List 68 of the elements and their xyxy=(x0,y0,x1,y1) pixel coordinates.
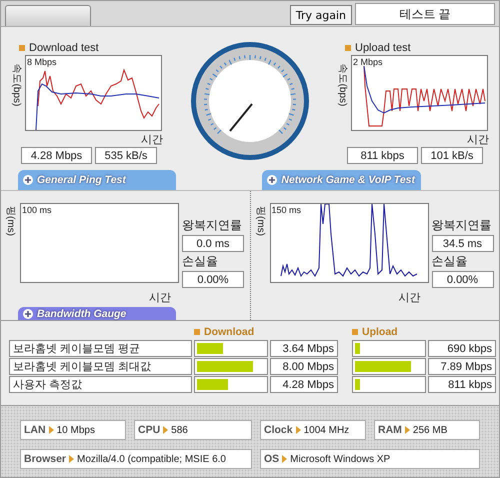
latency-label: 왕복지연률 xyxy=(182,217,243,234)
arrow-icon xyxy=(69,455,74,463)
info-value: 10 Mbps xyxy=(56,424,95,436)
info-value: Microsoft Windows XP xyxy=(290,454,390,464)
axis-label: 시간 xyxy=(141,133,163,147)
value-cell: 811 kbps xyxy=(428,376,496,393)
axis-label: 속도(bps) xyxy=(10,64,23,106)
status-field: 테스트 끝 xyxy=(355,3,495,25)
bullet-icon xyxy=(194,329,200,335)
bullet-icon xyxy=(352,329,358,335)
reading-field: 101 kB/s xyxy=(421,147,483,164)
arrow-icon xyxy=(296,426,301,434)
column-heading: Download xyxy=(204,326,254,338)
reading-field: 535 kB/s xyxy=(95,147,157,164)
bullet-icon xyxy=(345,45,351,51)
value-cell: 7.89 Mbps xyxy=(428,358,496,375)
page-tab[interactable] xyxy=(5,5,91,26)
value-cell: 4.28 Mbps xyxy=(270,376,338,393)
loss-label: 손실율 xyxy=(182,253,219,270)
scale-label: 100 ms xyxy=(22,205,52,215)
axis-label: 시간 xyxy=(149,291,172,305)
value-cell: 8.00 Mbps xyxy=(270,358,338,375)
info-label: CPU xyxy=(138,424,160,436)
reading-field: 811 kbps xyxy=(347,147,418,164)
axis-label: 시간 xyxy=(398,291,422,305)
loss-label: 손실율 xyxy=(432,253,468,270)
info-value: 256 MB xyxy=(412,424,448,436)
axis-label: 속도(bps) xyxy=(336,64,349,106)
latency-field: 0.0 ms xyxy=(182,235,244,252)
column-heading: Upload xyxy=(362,326,398,338)
scale-label: 8 Mbps xyxy=(27,57,57,67)
plus-icon xyxy=(267,175,278,185)
value-cell: 3.64 Mbps xyxy=(270,340,338,357)
info-label: OS xyxy=(264,453,280,465)
axis-label: 시간 xyxy=(467,133,489,147)
info-value: Mozilla/4.0 (compatible; MSIE 6.0 xyxy=(77,454,226,464)
arrow-icon xyxy=(404,426,410,434)
scale-label: 150 ms xyxy=(272,205,302,215)
bullet-icon xyxy=(19,45,25,51)
arrow-icon xyxy=(163,426,168,434)
info-value: 586 xyxy=(171,424,188,436)
arrow-icon xyxy=(282,455,288,463)
chart-title: Download test xyxy=(29,42,99,54)
value-cell: 690 kbps xyxy=(428,340,496,357)
row-label: 보라홈넷 케이블모뎀 최대값 xyxy=(9,358,192,375)
row-label: 보라홈넷 케이블모뎀 평균 xyxy=(9,340,192,357)
section-tab[interactable]: Bandwidth Gauge xyxy=(18,307,176,320)
info-value: 1004 MHz xyxy=(304,424,350,436)
latency-field: 34.5 ms xyxy=(432,235,494,252)
scale-label: 2 Mbps xyxy=(353,57,383,67)
section-tab[interactable]: General Ping Test xyxy=(18,170,176,190)
plus-icon xyxy=(23,308,33,318)
axis-label: 핑(ms) xyxy=(254,206,266,236)
plus-icon xyxy=(23,175,33,185)
loss-field: 0.00% xyxy=(182,271,244,288)
row-label: 사용자 측정값 xyxy=(9,376,192,393)
axis-label: 핑(ms) xyxy=(4,206,17,236)
latency-label: 왕복지연률 xyxy=(432,217,492,234)
info-label: Clock xyxy=(264,424,293,436)
reading-field: 4.28 Mbps xyxy=(21,147,92,164)
info-label: LAN xyxy=(24,424,46,436)
loss-field: 0.00% xyxy=(432,271,494,288)
info-label: RAM xyxy=(378,424,402,436)
section-tab[interactable]: Network Game & VoIP Test xyxy=(262,170,421,190)
arrow-icon xyxy=(48,426,54,434)
try-again-button[interactable]: Try again xyxy=(290,5,352,25)
chart-title: Upload test xyxy=(355,42,411,54)
info-label: Browser xyxy=(24,453,66,465)
